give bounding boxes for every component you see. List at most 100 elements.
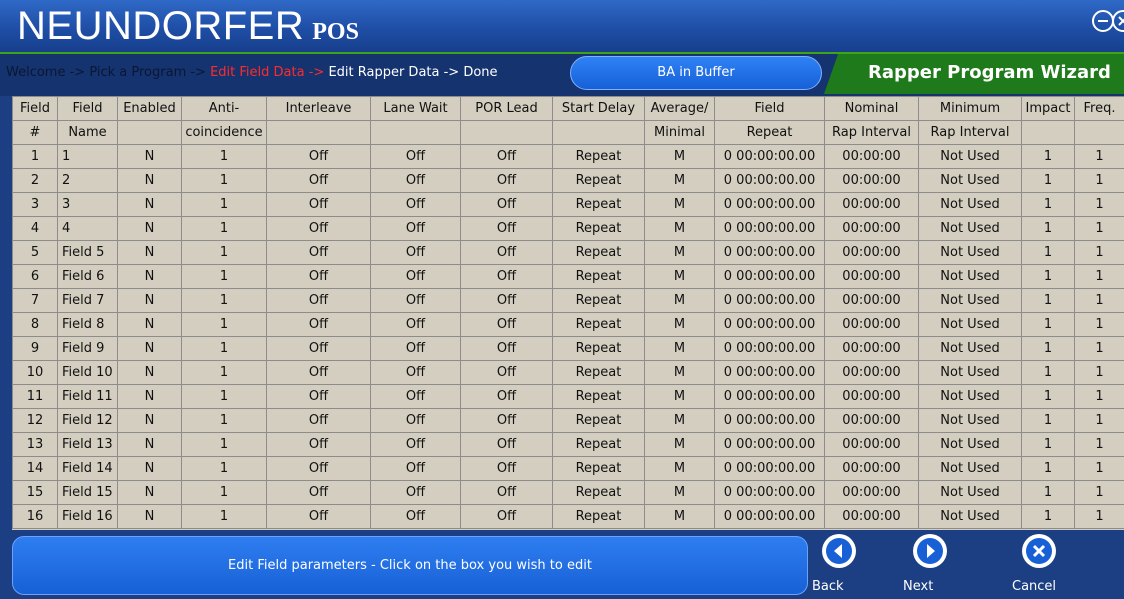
cell-lane-wait[interactable]: Off (370, 432, 461, 457)
cell-por-lead[interactable]: Off (460, 408, 553, 433)
cell-field-repeat[interactable]: 0 00:00:00.00 (714, 456, 825, 481)
cell-lane-wait[interactable]: Off (370, 144, 461, 169)
cell-impact[interactable]: 1 (1021, 432, 1075, 457)
cell-freq[interactable]: 1 (1074, 408, 1124, 433)
cell-start-delay[interactable]: Repeat (552, 384, 645, 409)
cell-minimum-rap-interval[interactable]: Not Used (918, 432, 1022, 457)
cell-minimum-rap-interval[interactable]: Not Used (918, 384, 1022, 409)
cell-nominal-rap-interval[interactable]: 00:00:00 (824, 456, 919, 481)
table-row[interactable]: 10 Field 10 N 1 Off Off Off Repeat M 0 00:00:00.0… (12, 360, 1124, 385)
cell-anti-coincidence[interactable]: 1 (181, 480, 267, 505)
cell-lane-wait[interactable]: Off (370, 480, 461, 505)
cell-enabled[interactable]: N (117, 336, 182, 361)
cell-impact[interactable]: 1 (1021, 144, 1075, 169)
cell-enabled[interactable]: N (117, 192, 182, 217)
cell-minimum-rap-interval[interactable]: Not Used (918, 456, 1022, 481)
table-row[interactable]: 1 1 N 1 Off Off Off Repeat M 0 00:00:00.00 00:00:0… (12, 144, 1124, 169)
cell-freq[interactable]: 1 (1074, 384, 1124, 409)
cell-interleave[interactable]: Off (266, 168, 371, 193)
table-row[interactable]: 15 Field 15 N 1 Off Off Off Repeat M 0 00:00:00.0… (12, 480, 1124, 505)
cell-anti-coincidence[interactable]: 1 (181, 312, 267, 337)
cell-anti-coincidence[interactable]: 1 (181, 336, 267, 361)
cell-nominal-rap-interval[interactable]: 00:00:00 (824, 240, 919, 265)
cell-start-delay[interactable]: Repeat (552, 336, 645, 361)
cell-average-minimal[interactable]: M (644, 312, 715, 337)
cell-lane-wait[interactable]: Off (370, 240, 461, 265)
cell-average-minimal[interactable]: M (644, 192, 715, 217)
cell-average-minimal[interactable]: M (644, 456, 715, 481)
cell-enabled[interactable]: N (117, 240, 182, 265)
cell-field-name[interactable]: Field 8 (57, 312, 118, 337)
cell-average-minimal[interactable]: M (644, 168, 715, 193)
cell-average-minimal[interactable]: M (644, 264, 715, 289)
cell-lane-wait[interactable]: Off (370, 264, 461, 289)
cell-anti-coincidence[interactable]: 1 (181, 240, 267, 265)
cell-interleave[interactable]: Off (266, 360, 371, 385)
cell-enabled[interactable]: N (117, 264, 182, 289)
cell-por-lead[interactable]: Off (460, 336, 553, 361)
cell-interleave[interactable]: Off (266, 384, 371, 409)
table-row[interactable]: 4 4 N 1 Off Off Off Repeat M 0 00:00:00.00 00:00:0… (12, 216, 1124, 241)
cell-anti-coincidence[interactable]: 1 (181, 432, 267, 457)
cell-enabled[interactable]: N (117, 504, 182, 529)
minimize-icon[interactable] (1092, 10, 1114, 32)
cell-impact[interactable]: 1 (1021, 288, 1075, 313)
cell-impact[interactable]: 1 (1021, 264, 1075, 289)
cell-minimum-rap-interval[interactable]: Not Used (918, 264, 1022, 289)
cell-impact[interactable]: 1 (1021, 216, 1075, 241)
cell-por-lead[interactable]: Off (460, 456, 553, 481)
cell-nominal-rap-interval[interactable]: 00:00:00 (824, 216, 919, 241)
table-row[interactable]: 5 Field 5 N 1 Off Off Off Repeat M 0 00:00:00.00 0… (12, 240, 1124, 265)
cell-impact[interactable]: 1 (1021, 504, 1075, 529)
cell-anti-coincidence[interactable]: 1 (181, 504, 267, 529)
cell-anti-coincidence[interactable]: 1 (181, 288, 267, 313)
cell-interleave[interactable]: Off (266, 408, 371, 433)
cell-minimum-rap-interval[interactable]: Not Used (918, 480, 1022, 505)
back-button[interactable]: Back (812, 532, 872, 598)
cell-field-repeat[interactable]: 0 00:00:00.00 (714, 168, 825, 193)
cell-nominal-rap-interval[interactable]: 00:00:00 (824, 168, 919, 193)
cell-nominal-rap-interval[interactable]: 00:00:00 (824, 312, 919, 337)
cell-enabled[interactable]: N (117, 168, 182, 193)
cell-field-repeat[interactable]: 0 00:00:00.00 (714, 288, 825, 313)
table-row[interactable]: 14 Field 14 N 1 Off Off Off Repeat M 0 00:00:00.0… (12, 456, 1124, 481)
cell-nominal-rap-interval[interactable]: 00:00:00 (824, 384, 919, 409)
cell-por-lead[interactable]: Off (460, 144, 553, 169)
cell-interleave[interactable]: Off (266, 312, 371, 337)
cell-interleave[interactable]: Off (266, 240, 371, 265)
cell-field-name[interactable]: Field 16 (57, 504, 118, 529)
cell-freq[interactable]: 1 (1074, 216, 1124, 241)
cell-minimum-rap-interval[interactable]: Not Used (918, 192, 1022, 217)
cell-por-lead[interactable]: Off (460, 264, 553, 289)
cell-lane-wait[interactable]: Off (370, 288, 461, 313)
cell-impact[interactable]: 1 (1021, 408, 1075, 433)
cell-average-minimal[interactable]: M (644, 360, 715, 385)
table-row[interactable]: 16 Field 16 N 1 Off Off Off Repeat M 0 00:00:00.0… (12, 504, 1124, 529)
cell-freq[interactable]: 1 (1074, 288, 1124, 313)
cell-lane-wait[interactable]: Off (370, 312, 461, 337)
cell-impact[interactable]: 1 (1021, 312, 1075, 337)
table-row[interactable]: 12 Field 12 N 1 Off Off Off Repeat M 0 00:00:00.0… (12, 408, 1124, 433)
cell-freq[interactable]: 1 (1074, 192, 1124, 217)
table-row[interactable]: 2 2 N 1 Off Off Off Repeat M 0 00:00:00.00 00:00:0… (12, 168, 1124, 193)
cell-lane-wait[interactable]: Off (370, 360, 461, 385)
cell-freq[interactable]: 1 (1074, 456, 1124, 481)
cell-impact[interactable]: 1 (1021, 384, 1075, 409)
cell-por-lead[interactable]: Off (460, 288, 553, 313)
next-button[interactable]: Next (903, 532, 963, 598)
cell-nominal-rap-interval[interactable]: 00:00:00 (824, 288, 919, 313)
cell-enabled[interactable]: N (117, 144, 182, 169)
cell-interleave[interactable]: Off (266, 264, 371, 289)
table-row[interactable]: 13 Field 13 N 1 Off Off Off Repeat M 0 00:00:00.0… (12, 432, 1124, 457)
cell-por-lead[interactable]: Off (460, 360, 553, 385)
cell-average-minimal[interactable]: M (644, 432, 715, 457)
cell-por-lead[interactable]: Off (460, 504, 553, 529)
cell-field-repeat[interactable]: 0 00:00:00.00 (714, 504, 825, 529)
cell-freq[interactable]: 1 (1074, 240, 1124, 265)
cell-field-repeat[interactable]: 0 00:00:00.00 (714, 264, 825, 289)
cell-interleave[interactable]: Off (266, 288, 371, 313)
cell-por-lead[interactable]: Off (460, 240, 553, 265)
cell-impact[interactable]: 1 (1021, 360, 1075, 385)
cell-start-delay[interactable]: Repeat (552, 408, 645, 433)
cell-por-lead[interactable]: Off (460, 312, 553, 337)
